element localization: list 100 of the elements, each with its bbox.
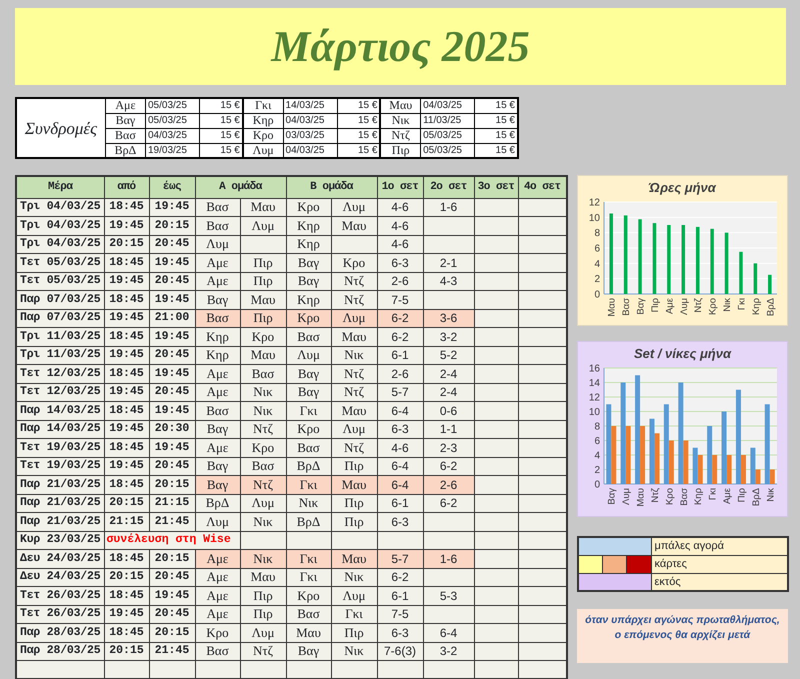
score-cell: 6-2	[423, 494, 474, 512]
player-name: Μαυ	[286, 624, 331, 642]
table-cell: 18:45	[104, 438, 149, 457]
player-name: Λυμ	[195, 235, 240, 254]
table-cell: Δευ 24/03/25	[16, 568, 104, 586]
table-cell: 21:15	[104, 512, 149, 531]
player-name: Βασ	[195, 198, 240, 216]
table-cell: 19:45	[104, 272, 149, 290]
score-cell: 2-4	[423, 383, 474, 402]
table-cell: Τρι 11/03/25	[16, 346, 104, 364]
player-name: Κρο	[286, 420, 331, 438]
score-cell: 3-2	[423, 328, 474, 346]
axis-category-label: Αμε	[722, 488, 734, 504]
player-name: Νικ	[240, 402, 286, 420]
axis-tick-label: 6	[594, 244, 600, 254]
table-cell: 20:45	[149, 235, 195, 254]
table-cell: Τετ 26/03/25	[16, 586, 104, 605]
table-cell: 20:45	[149, 272, 195, 290]
score-cell: 6-2	[377, 568, 423, 586]
player-name: Πιρ	[240, 309, 286, 328]
axis-tick-label: 4	[594, 450, 600, 462]
amount-cell: 15 €	[337, 128, 380, 143]
table-cell: Τετ 12/03/25	[16, 364, 104, 383]
table-cell: Τρι 11/03/25	[16, 328, 104, 346]
score-cell: 5-7	[377, 550, 423, 568]
legend-label: μπάλες αγορά	[651, 537, 788, 555]
table-cell: Τρι 04/03/25	[16, 235, 104, 254]
axis-tick-label: 2	[594, 274, 600, 286]
column-header: 4ο σετ	[518, 176, 567, 198]
score-cell: 6-2	[377, 328, 423, 346]
table-cell: Τρι 04/03/25	[16, 216, 104, 235]
axis-tick-label: 0	[594, 290, 600, 300]
player-name: Βασ	[195, 309, 240, 328]
table-cell: Παρ 14/03/25	[16, 420, 104, 438]
axis-tick-label: 4	[594, 258, 600, 270]
player-name: Αμε	[195, 568, 240, 586]
table-cell: Τετ 05/03/25	[16, 254, 104, 272]
member-name: Μαυ	[380, 98, 421, 113]
amount-cell: 15 €	[200, 98, 243, 113]
score-cell: 7-5	[377, 290, 423, 309]
score-cell: 4-6	[377, 438, 423, 457]
score-cell: 5-3	[423, 586, 474, 605]
player-name: Μαυ	[331, 550, 377, 568]
player-name: Βασ	[195, 216, 240, 235]
table-cell: 20:15	[149, 550, 195, 568]
axis-category-label: ΒρΔ	[765, 298, 776, 316]
player-name: Ντζ	[331, 364, 377, 383]
table-cell: 19:45	[104, 309, 149, 328]
axis-category-label: Νικ	[765, 488, 776, 502]
player-name: Λυμ	[195, 512, 240, 531]
axis-tick-label: 8	[594, 228, 600, 240]
score-cell: 4-6	[377, 235, 423, 254]
table-cell: 19:45	[104, 383, 149, 402]
bar	[768, 274, 772, 294]
member-name: Κρο	[242, 128, 284, 143]
amount-cell: 15 €	[200, 128, 243, 143]
score-cell: 6-4	[423, 624, 474, 642]
date-cell: 04/03/25	[420, 98, 475, 113]
axis-category-label: Βαγ	[636, 298, 647, 315]
player-name: Βαγ	[286, 642, 331, 660]
player-name: Κρο	[195, 624, 240, 642]
column-header: Α ομάδα	[195, 176, 286, 198]
column-header: 1ο σετ	[377, 176, 423, 198]
axis-tick-label: 12	[588, 198, 600, 208]
table-cell: Παρ 07/03/25	[16, 309, 104, 328]
score-cell: 2-1	[423, 254, 474, 272]
table-cell: 19:45	[104, 346, 149, 364]
player-name: Λυμ	[331, 586, 377, 605]
table-cell: 20:45	[149, 346, 195, 364]
player-name: Μαυ	[331, 476, 377, 494]
table-cell: Παρ 21/03/25	[16, 512, 104, 531]
player-name: Βαγ	[195, 290, 240, 309]
player-name: Λυμ	[240, 494, 286, 512]
player-name: Κηρ	[195, 346, 240, 364]
player-name: Βασ	[286, 328, 331, 346]
score-cell: 4-3	[423, 272, 474, 290]
table-cell: Τετ 05/03/25	[16, 272, 104, 290]
player-name: Ντζ	[240, 420, 286, 438]
table-cell: 20:15	[149, 476, 195, 494]
score-cell: 2-6	[377, 364, 423, 383]
player-name: Βασ	[195, 402, 240, 420]
table-cell: 20:15	[149, 624, 195, 642]
player-name: Νικ	[331, 642, 377, 660]
player-name: Βαγ	[286, 364, 331, 383]
table-cell: 19:45	[104, 457, 149, 476]
table-cell: 18:45	[104, 364, 149, 383]
player-name: Αμε	[195, 550, 240, 568]
player-name: Κρο	[240, 438, 286, 457]
player-name: Λυμ	[331, 420, 377, 438]
bar	[724, 232, 728, 294]
player-name: Βαγ	[286, 383, 331, 402]
player-name: Γκι	[286, 568, 331, 586]
amount-cell: 15 €	[474, 98, 518, 113]
date-cell: 05/03/25	[146, 113, 200, 128]
axis-category-label: Πιρ	[736, 488, 748, 502]
table-cell: 18:45	[104, 586, 149, 605]
axis-category-label: Γκι	[708, 488, 719, 500]
date-cell: 04/03/25	[283, 143, 338, 158]
date-cell: 05/03/25	[420, 143, 475, 158]
player-name: Κηρ	[195, 328, 240, 346]
